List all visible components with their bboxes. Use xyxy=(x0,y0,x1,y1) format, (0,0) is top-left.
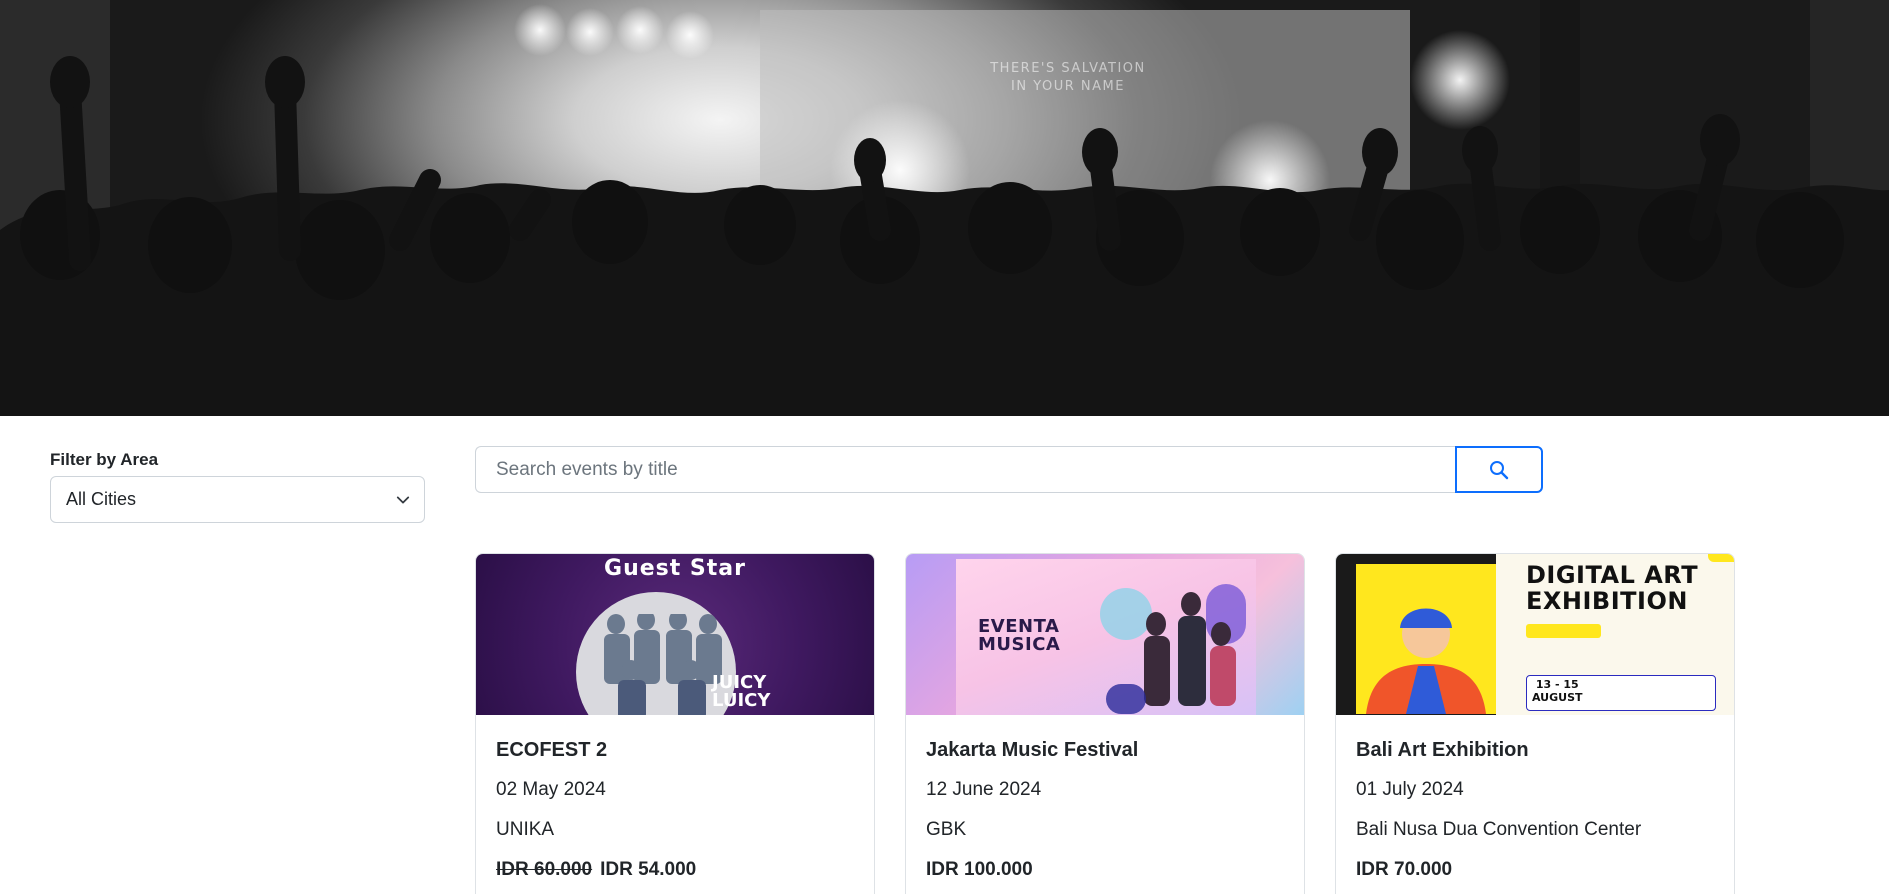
event-card-body: ECOFEST 2 02 May 2024 UNIKA IDR 60.000 ID… xyxy=(496,735,858,885)
musicians-illustration xyxy=(1100,584,1246,714)
event-venue: Bali Nusa Dua Convention Center xyxy=(1356,819,1642,840)
search-input[interactable] xyxy=(475,446,1456,493)
poster-tag xyxy=(1526,624,1601,638)
event-card[interactable]: EVENTA MUSICA Jakarta Music Festival 12 … xyxy=(905,553,1305,894)
poster-caption-line-2: LUICY xyxy=(712,690,771,711)
event-card-body: Bali Art Exhibition 01 July 2024 Bali Nu… xyxy=(1356,735,1718,885)
event-card-body: Jakarta Music Festival 12 June 2024 GBK … xyxy=(926,735,1288,885)
poster-dates-line-1: 13 - 15 xyxy=(1535,678,1579,691)
stage-screen-text: THERE'S SALVATION IN YOUR NAME xyxy=(988,60,1148,96)
event-poster-image: Guest Star JUICY LUICY xyxy=(476,554,874,715)
price: IDR 70.000 xyxy=(1356,859,1453,880)
event-price: IDR 100.000 xyxy=(926,855,1288,885)
stage-screen-line-2: IN YOUR NAME xyxy=(1011,79,1125,94)
event-title[interactable]: Jakarta Music Festival xyxy=(926,735,1288,775)
discounted-price: IDR 54.000 xyxy=(600,859,697,880)
poster-heading-line-1: DIGITAL ART xyxy=(1526,561,1699,589)
event-venue: GBK xyxy=(926,819,967,840)
event-venue: UNIKA xyxy=(496,819,555,840)
event-title[interactable]: Bali Art Exhibition xyxy=(1356,735,1718,775)
area-filter-select[interactable]: All Cities xyxy=(50,476,425,523)
event-price: IDR 70.000 xyxy=(1356,855,1718,885)
search-button[interactable] xyxy=(1455,446,1543,493)
band-members-illustration xyxy=(604,614,722,715)
hero-banner: THERE'S SALVATION IN YOUR NAME xyxy=(0,0,1889,416)
search-icon xyxy=(1490,460,1509,479)
poster-heading-line-2: MUSICA xyxy=(978,634,1061,655)
event-date: 02 May 2024 xyxy=(496,779,606,800)
event-card[interactable]: Guest Star JUICY LUICY ECOFEST 2 02 May … xyxy=(475,553,875,894)
stage-screen-line-1: THERE'S SALVATION xyxy=(990,61,1146,76)
original-price: IDR 60.000 xyxy=(496,859,593,880)
event-date: 01 July 2024 xyxy=(1356,779,1464,800)
event-title[interactable]: ECOFEST 2 xyxy=(496,735,858,775)
area-filter-value: All Cities xyxy=(66,489,137,509)
event-date: 12 June 2024 xyxy=(926,779,1042,800)
chevron-down-icon xyxy=(396,496,410,504)
character-illustration xyxy=(1366,608,1486,714)
event-price: IDR 60.000 IDR 54.000 xyxy=(496,855,858,885)
poster-dates: 13 - 15 AUGUST xyxy=(1532,678,1583,704)
poster-heading: EVENTA MUSICA xyxy=(978,618,1060,654)
event-poster-image: EVENTA MUSICA xyxy=(906,554,1304,715)
poster-corner-accent xyxy=(1708,554,1734,562)
poster-dates-line-2: AUGUST xyxy=(1532,691,1583,704)
poster-heading-line-2: EXHIBITION xyxy=(1526,587,1688,615)
poster-heading: DIGITAL ART EXHIBITION xyxy=(1526,562,1698,614)
poster-heading: Guest Star xyxy=(604,556,746,581)
event-card[interactable]: DIGITAL ART EXHIBITION 13 - 15 AUGUST Ba… xyxy=(1335,553,1735,894)
concert-crowd-illustration xyxy=(0,0,1889,416)
poster-caption: JUICY LUICY xyxy=(712,674,770,710)
filter-by-area-label: Filter by Area xyxy=(50,450,159,469)
price: IDR 100.000 xyxy=(926,859,1033,880)
event-poster-image: DIGITAL ART EXHIBITION 13 - 15 AUGUST xyxy=(1336,554,1734,715)
